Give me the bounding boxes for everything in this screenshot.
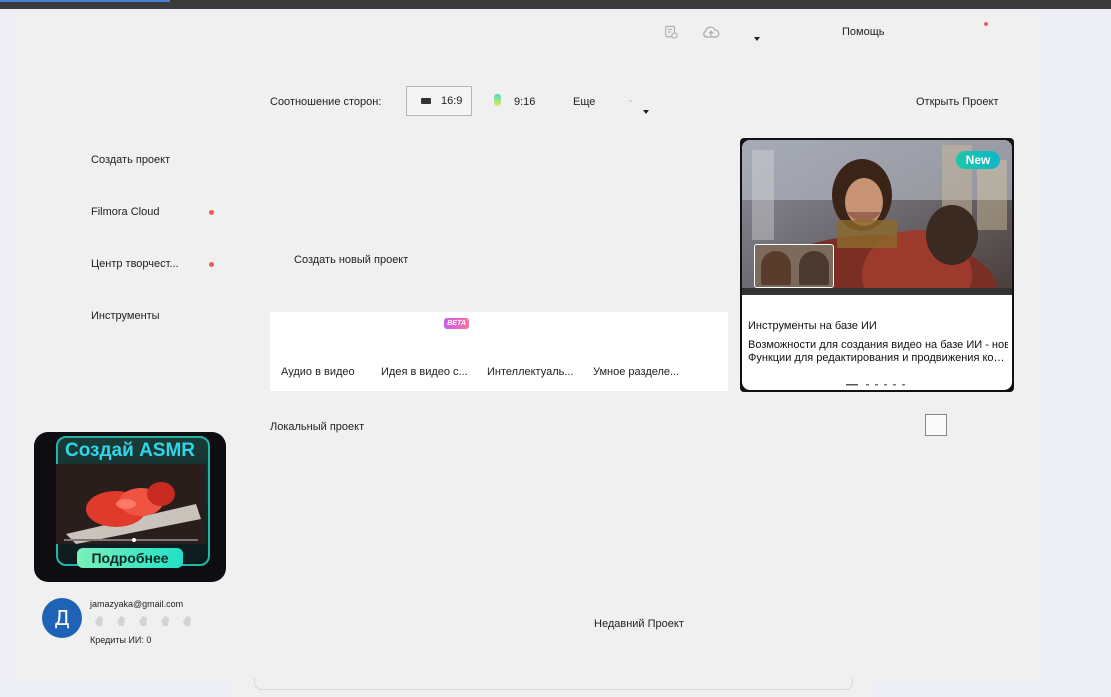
chevron-down-icon[interactable]	[643, 110, 649, 114]
sidebar-item-filmora-cloud[interactable]: Filmora Cloud	[91, 206, 159, 218]
aspect-ratio-label: Соотношение сторон:	[270, 96, 382, 108]
os-top-bar	[0, 0, 1111, 9]
recent-project-title: Недавний Проект	[594, 618, 684, 630]
aspect-9-16-option[interactable]: 9:16	[514, 96, 535, 108]
notification-dot	[984, 22, 988, 26]
chevron-down-icon[interactable]: ⌄	[627, 94, 635, 105]
new-badge: New	[956, 151, 1000, 169]
cloud-notification-dot	[209, 210, 214, 215]
portrait-icon	[494, 94, 501, 106]
os-tab-indicator	[0, 0, 170, 2]
avatar[interactable]: Д	[42, 598, 82, 638]
sidebar-item-create-project[interactable]: Создать проект	[91, 154, 170, 166]
help-menu[interactable]: Помощь	[842, 26, 885, 38]
promo-line-1: Инструменты на базе ИИ	[748, 320, 877, 332]
sidebar-item-creative-center[interactable]: Центр творчест...	[91, 258, 179, 270]
chevron-down-icon[interactable]	[754, 37, 760, 41]
aspect-16-9-label: 16:9	[441, 95, 463, 107]
carousel-dots[interactable]	[846, 379, 912, 390]
ai-credits: Кредиты ИИ: 0	[90, 635, 152, 645]
asmr-image	[56, 464, 206, 544]
create-new-project-button[interactable]: Создать новый проект	[294, 254, 408, 266]
asmr-promo-card[interactable]: Создай ASMR Подробнее	[34, 432, 226, 582]
promo-photo: New	[742, 140, 1012, 295]
more-aspect-dropdown[interactable]: Еще	[573, 96, 595, 108]
learn-more-button[interactable]: Подробнее	[77, 548, 183, 568]
promo-banner[interactable]: New Инструменты на базе ИИ Возможности д…	[740, 138, 1014, 392]
asmr-title: Создай ASMR	[64, 440, 196, 461]
sidebar-item-tools[interactable]: Инструменты	[91, 310, 160, 322]
beta-badge: BETA	[444, 318, 469, 329]
select-checkbox[interactable]	[925, 414, 947, 436]
local-project-title: Локальный проект	[270, 421, 365, 433]
landscape-icon	[421, 98, 431, 104]
project-list-icon[interactable]	[664, 25, 678, 42]
aspect-16-9-option[interactable]: 16:9	[406, 86, 472, 116]
promo-line-2: Возможности для создания видео на базе И…	[748, 339, 1008, 351]
tool-intelligent[interactable]: Интеллектуаль...	[487, 366, 574, 378]
bottom-panel-edge	[230, 678, 876, 697]
user-email: jamazyaka@gmail.com	[90, 599, 184, 609]
ai-tools-panel: BETA Аудио в видео Идея в видео с... Инт…	[270, 312, 728, 391]
creative-notification-dot	[209, 262, 214, 267]
promo-thumbnail	[754, 244, 834, 288]
open-project-button[interactable]: Открыть Проект	[916, 96, 999, 108]
promo-line-3: Функции для редактирования и продвижения…	[748, 352, 1008, 364]
tool-idea-to-video[interactable]: Идея в видео с...	[381, 366, 468, 378]
tool-smart-split[interactable]: Умное разделе...	[593, 366, 679, 378]
cloud-upload-icon[interactable]	[702, 25, 720, 42]
membership-badges[interactable]	[92, 614, 196, 631]
promo-description: Инструменты на базе ИИ Возможности для с…	[748, 320, 1008, 365]
tool-audio-to-video[interactable]: Аудио в видео	[281, 366, 355, 378]
